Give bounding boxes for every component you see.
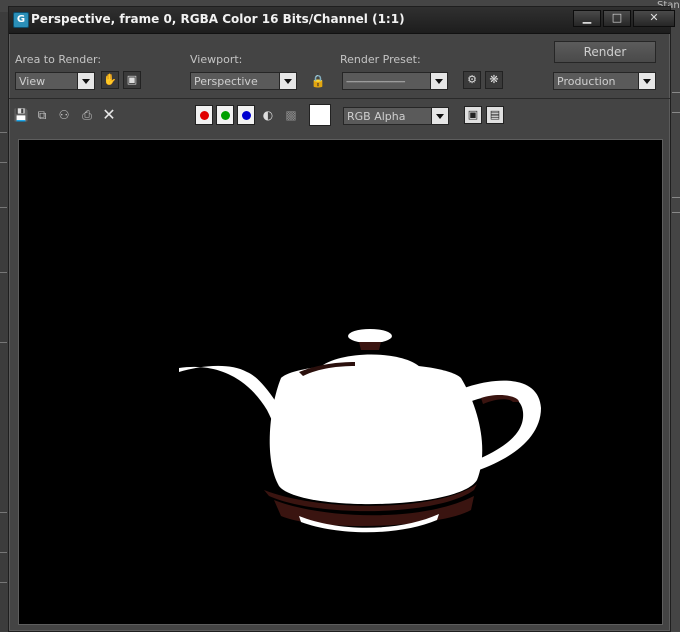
chevron-down-icon xyxy=(638,73,655,89)
area-to-render-dropdown[interactable]: View xyxy=(15,72,95,90)
render-frame-window: G Perspective, frame 0, RGBA Color 16 Bi… xyxy=(8,6,675,632)
lock-viewport-button[interactable]: 🔒 xyxy=(310,73,326,89)
render-button[interactable]: Render xyxy=(554,41,656,63)
auto-region-button[interactable]: ▣ xyxy=(123,71,141,89)
gear-icon: ❋ xyxy=(489,73,499,86)
maximize-icon: □ xyxy=(611,11,623,24)
green-dot-icon xyxy=(221,111,230,120)
blue-dot-icon xyxy=(242,111,251,120)
print-icon: ⎙ xyxy=(82,108,92,122)
copy-icon: ⧉ xyxy=(37,108,47,122)
minimize-button[interactable]: ▁ xyxy=(573,10,601,27)
background-left-panel xyxy=(0,12,8,632)
edit-region-button[interactable]: ✋ xyxy=(101,71,119,89)
minimize-icon: ▁ xyxy=(582,11,592,24)
toggle-ui-button[interactable]: ▤ xyxy=(486,106,504,124)
area-to-render-value: View xyxy=(19,75,46,88)
chevron-down-icon xyxy=(431,108,448,124)
monochrome-icon: ▩ xyxy=(285,108,297,122)
close-icon: ✕ xyxy=(102,105,116,124)
production-value: Production xyxy=(557,75,616,88)
clear-button[interactable]: ✕ xyxy=(101,107,117,123)
channel-display-dropdown[interactable]: RGB Alpha xyxy=(343,107,449,125)
background-right-panel xyxy=(670,12,680,632)
render-preset-value: -------------------------- xyxy=(346,77,405,87)
maximize-button[interactable]: □ xyxy=(603,10,631,27)
close-button[interactable]: ✕ xyxy=(633,10,675,27)
render-setup-button[interactable]: ⚙ xyxy=(463,71,481,89)
render-setup-icon: ⚙ xyxy=(467,73,477,86)
red-channel-toggle[interactable] xyxy=(195,105,213,125)
environment-effects-button[interactable]: ❋ xyxy=(485,71,503,89)
overlay-icon: ▣ xyxy=(467,108,479,121)
print-image-button[interactable]: ⎙ xyxy=(79,107,95,123)
chevron-down-icon xyxy=(279,73,296,89)
chevron-down-icon xyxy=(430,73,447,89)
area-to-render-label: Area to Render: xyxy=(15,53,102,66)
app-logo-icon: G xyxy=(13,12,29,28)
panel-icon: ▤ xyxy=(489,108,501,121)
clone-icon: ⚇ xyxy=(58,108,70,122)
clear-color-swatch[interactable] xyxy=(309,104,331,126)
channel-display-value: RGB Alpha xyxy=(347,110,406,123)
viewport-dropdown[interactable]: Perspective xyxy=(190,72,297,90)
chevron-down-icon xyxy=(77,73,94,89)
title-bar[interactable]: G Perspective, frame 0, RGBA Color 16 Bi… xyxy=(9,7,675,34)
hand-icon: ✋ xyxy=(103,73,117,86)
monochrome-toggle[interactable]: ▩ xyxy=(283,107,299,123)
lock-icon: 🔒 xyxy=(310,74,326,88)
viewport-label: Viewport: xyxy=(190,53,243,66)
red-dot-icon xyxy=(200,111,209,120)
blue-channel-toggle[interactable] xyxy=(237,105,255,125)
green-channel-toggle[interactable] xyxy=(216,105,234,125)
region-icon: ▣ xyxy=(126,73,138,86)
window-title: Perspective, frame 0, RGBA Color 16 Bits… xyxy=(31,12,405,26)
viewport-value: Perspective xyxy=(194,75,258,88)
clone-window-button[interactable]: ⚇ xyxy=(56,107,72,123)
toggle-ui-overlay-button[interactable]: ▣ xyxy=(464,106,482,124)
render-preset-label: Render Preset: xyxy=(340,53,421,66)
alpha-channel-toggle[interactable]: ◐ xyxy=(260,107,276,123)
alpha-icon: ◐ xyxy=(262,108,274,122)
copy-image-button[interactable]: ⧉ xyxy=(34,107,50,123)
production-dropdown[interactable]: Production xyxy=(553,72,656,90)
save-icon: 💾 xyxy=(13,108,29,122)
toolbar-divider xyxy=(9,98,670,99)
rendered-teapot-image xyxy=(179,329,541,533)
close-icon: ✕ xyxy=(649,11,659,24)
save-image-button[interactable]: 💾 xyxy=(13,107,29,123)
render-output-canvas xyxy=(18,139,663,625)
render-preset-dropdown[interactable]: -------------------------- xyxy=(342,72,448,90)
